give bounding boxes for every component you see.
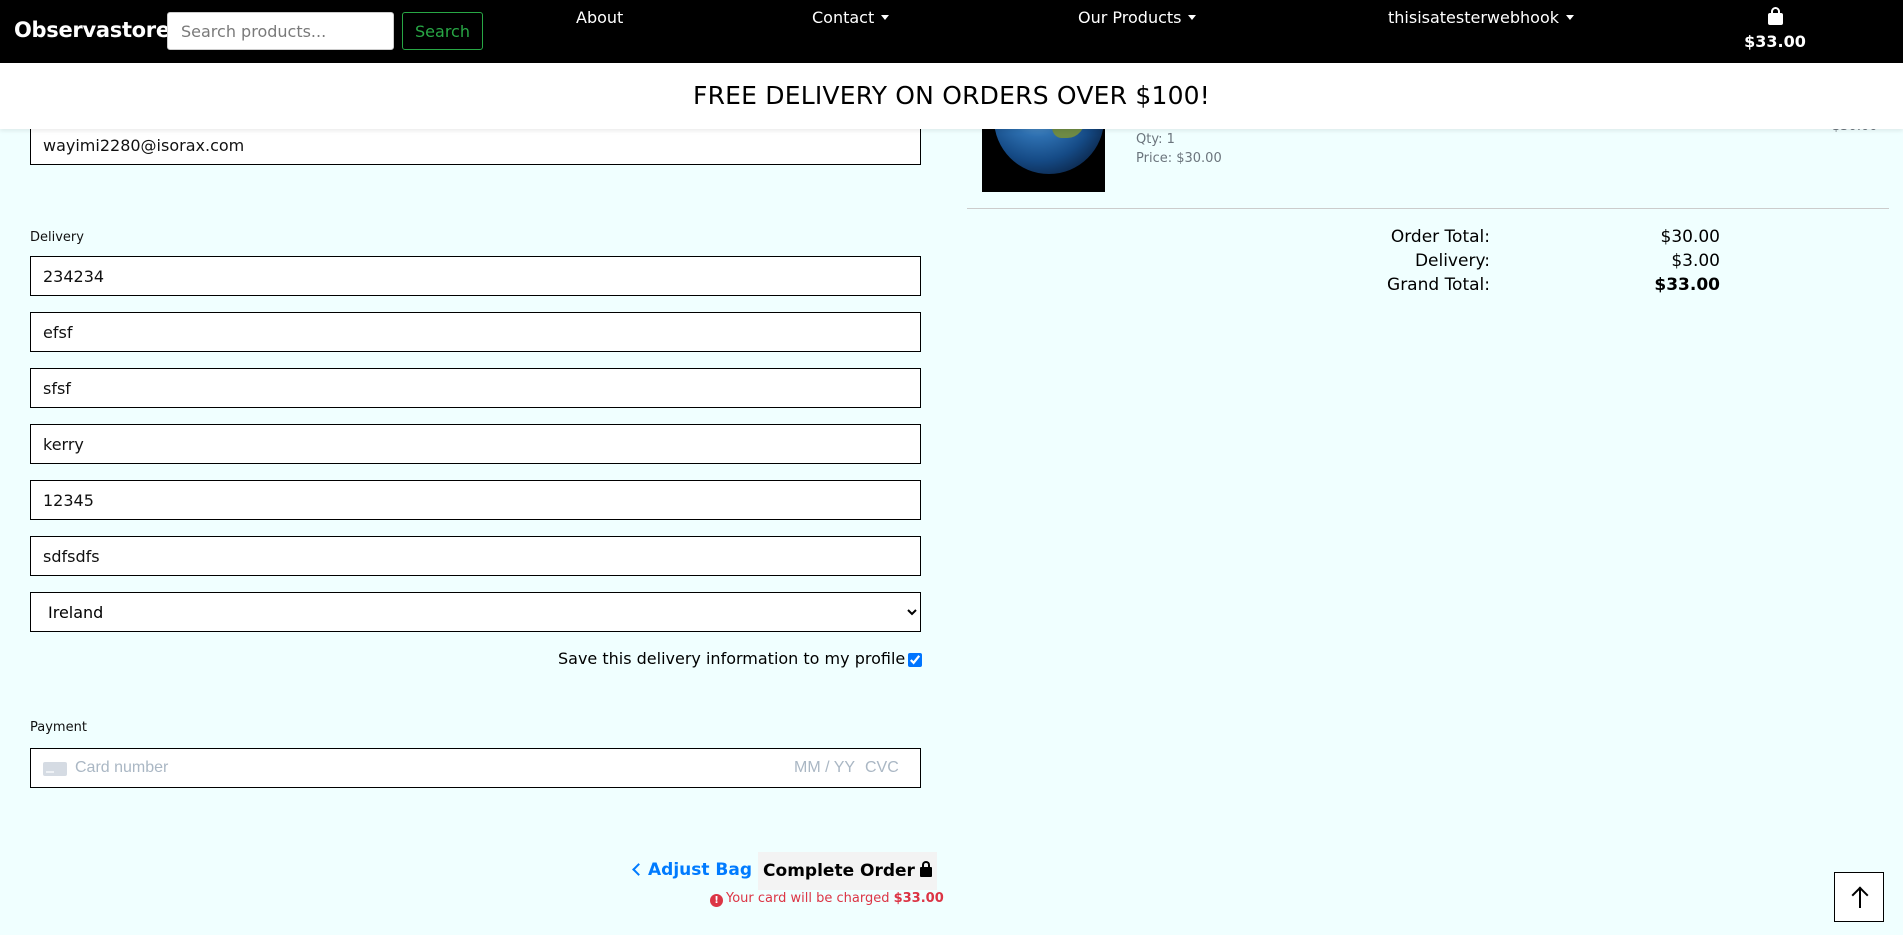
cvc-placeholder[interactable]: CVC xyxy=(865,759,899,777)
order-total-label: Order Total: xyxy=(1390,227,1490,247)
county-field[interactable] xyxy=(30,536,921,576)
search-button[interactable]: Search xyxy=(402,12,483,50)
bag-total: $33.00 xyxy=(1744,32,1806,51)
shopping-bag-link[interactable]: $33.00 xyxy=(1740,7,1810,51)
lock-icon xyxy=(919,861,932,877)
email-field[interactable] xyxy=(30,125,921,165)
charge-note: ! Your card will be charged $33.00 xyxy=(710,891,944,907)
nav-label: Our Products xyxy=(1078,8,1182,27)
card-number-placeholder[interactable]: Card number xyxy=(75,759,168,777)
complete-order-button[interactable]: Complete Order xyxy=(758,852,937,890)
delivery-section-label: Delivery xyxy=(30,230,84,245)
exclamation-circle-icon: ! xyxy=(710,894,723,907)
charge-note-text: Your card will be charged xyxy=(726,891,890,906)
summary-divider xyxy=(967,208,1889,209)
save-info-label: Save this delivery information to my pro… xyxy=(558,649,906,668)
caret-down-icon xyxy=(881,15,890,20)
adjust-bag-label: Adjust Bag xyxy=(648,860,753,880)
shopping-bag-icon xyxy=(1767,7,1783,25)
product-price: Price: $30.00 xyxy=(1136,151,1222,166)
nav-label: thisisatesterwebhook xyxy=(1388,8,1559,27)
back-to-top-button[interactable] xyxy=(1834,872,1884,922)
town-city-field[interactable] xyxy=(30,424,921,464)
caret-down-icon xyxy=(1188,15,1197,20)
street-address-1-field[interactable] xyxy=(30,312,921,352)
postcode-field[interactable] xyxy=(30,480,921,520)
nav-link-about[interactable]: About xyxy=(576,8,623,27)
save-info-checkbox[interactable] xyxy=(908,653,922,667)
nav-dropdown-contact[interactable]: Contact xyxy=(812,8,890,27)
street-address-2-field[interactable] xyxy=(30,368,921,408)
adjust-bag-link[interactable]: Adjust Bag xyxy=(632,860,753,880)
order-total-value: $30.00 xyxy=(1660,227,1720,247)
grand-total-value: $33.00 xyxy=(1654,275,1720,295)
nav-dropdown-account[interactable]: thisisatesterwebhook xyxy=(1388,8,1574,27)
card-element[interactable]: Card number MM / YY CVC xyxy=(30,748,921,788)
charge-amount: $33.00 xyxy=(893,891,944,906)
delivery-value: $3.00 xyxy=(1671,251,1720,271)
phone-field[interactable] xyxy=(30,256,921,296)
nav-dropdown-products[interactable]: Our Products xyxy=(1078,8,1197,27)
complete-order-label: Complete Order xyxy=(763,861,915,881)
nav-label: Contact xyxy=(812,8,875,27)
caret-down-icon xyxy=(1566,15,1574,20)
product-qty: Qty: 1 xyxy=(1136,132,1175,147)
nav-label: About xyxy=(576,8,624,27)
search-input[interactable] xyxy=(167,12,394,50)
payment-section-label: Payment xyxy=(30,720,87,735)
expiry-placeholder[interactable]: MM / YY xyxy=(794,759,855,777)
brand-logo[interactable]: Observastore xyxy=(14,18,170,42)
chevron-left-icon xyxy=(632,863,645,876)
country-select[interactable]: Ireland xyxy=(30,592,921,632)
delivery-label: Delivery: xyxy=(1414,251,1490,271)
navbar: Observastore Search About Contact Our Pr… xyxy=(0,0,1903,63)
delivery-banner: FREE DELIVERY ON ORDERS OVER $100! xyxy=(0,63,1903,129)
credit-card-icon xyxy=(43,762,67,776)
grand-total-label: Grand Total: xyxy=(1387,275,1490,295)
